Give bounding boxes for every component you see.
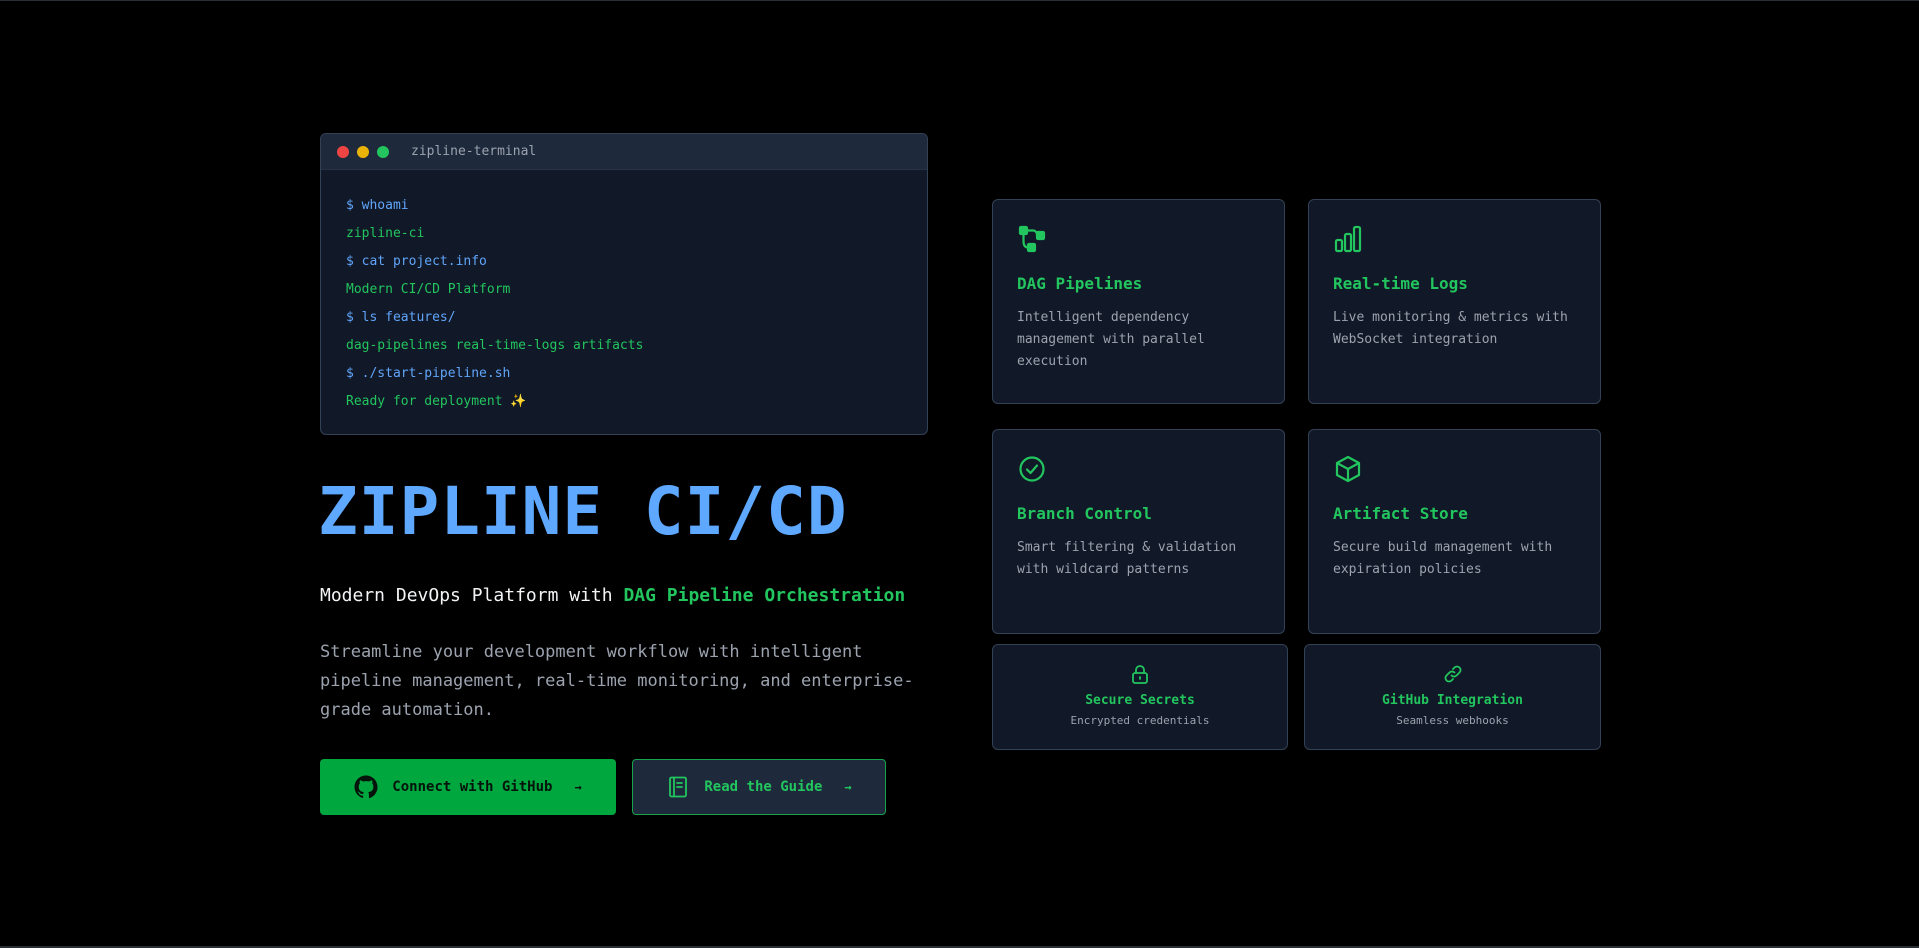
terminal-line: zipline-ci xyxy=(346,226,425,241)
landing-page: zipline-terminal $ whoami zipline-ci $ c… xyxy=(0,0,1919,948)
guide-button-label: Read the Guide xyxy=(704,779,823,795)
mini-feature-description: Seamless webhooks xyxy=(1396,714,1509,727)
terminal-body: $ whoami zipline-ci $ cat project.info M… xyxy=(321,170,927,416)
subtitle-prefix: Modern DevOps Platform with xyxy=(320,585,624,606)
feature-card-artifact-store: Artifact Store Secure build management w… xyxy=(1308,429,1601,634)
subtitle-accent: DAG Pipeline Orchestration xyxy=(623,585,906,606)
connect-github-button[interactable]: Connect with GitHub → xyxy=(320,759,616,815)
terminal-line: $ cat project.info xyxy=(346,254,487,269)
mini-feature-title: GitHub Integration xyxy=(1382,693,1523,708)
feature-description: Live monitoring & metrics with WebSocket… xyxy=(1333,310,1568,347)
github-icon xyxy=(354,775,378,799)
mini-feature-github-integration: GitHub Integration Seamless webhooks xyxy=(1304,644,1601,750)
close-dot-icon xyxy=(337,145,349,158)
page-title: ZIPLINE CI/CD xyxy=(318,473,848,550)
feature-card-branch-control: Branch Control Smart filtering & validat… xyxy=(992,429,1285,634)
terminal-line: Ready for deployment ✨ xyxy=(346,394,527,409)
read-guide-button[interactable]: Read the Guide → xyxy=(632,759,886,815)
feature-description: Intelligent dependency management with p… xyxy=(1017,310,1205,369)
terminal-window: zipline-terminal $ whoami zipline-ci $ c… xyxy=(320,133,928,435)
check-circle-icon xyxy=(1017,454,1047,484)
hero-subtitle: Modern DevOps Platform with DAG Pipeline… xyxy=(320,585,905,606)
book-icon xyxy=(666,775,690,799)
maximize-dot-icon xyxy=(377,145,389,158)
bar-chart-icon xyxy=(1333,224,1363,254)
feature-card-dag-pipelines: DAG Pipelines Intelligent dependency man… xyxy=(992,199,1285,404)
terminal-line: $ ./start-pipeline.sh xyxy=(346,366,511,381)
feature-card-real-time-logs: Real-time Logs Live monitoring & metrics… xyxy=(1308,199,1601,404)
feature-description: Secure build management with expiration … xyxy=(1333,540,1553,577)
terminal-line: $ whoami xyxy=(346,198,409,213)
git-branch-icon xyxy=(1017,224,1047,254)
github-button-label: Connect with GitHub xyxy=(392,779,553,795)
mini-feature-title: Secure Secrets xyxy=(1085,693,1195,708)
terminal-line: Modern CI/CD Platform xyxy=(346,282,511,297)
feature-title: DAG Pipelines xyxy=(1017,274,1143,293)
hero-description: Streamline your development workflow wit… xyxy=(320,642,914,720)
lock-icon xyxy=(1129,663,1151,685)
feature-title: Artifact Store xyxy=(1333,504,1468,523)
terminal-line: $ ls features/ xyxy=(346,310,456,325)
terminal-title: zipline-terminal xyxy=(411,144,537,159)
terminal-title-bar: zipline-terminal xyxy=(321,134,927,170)
arrow-right-icon: → xyxy=(844,780,852,794)
terminal-line: dag-pipelines real-time-logs artifacts xyxy=(346,338,644,353)
mini-feature-secure-secrets: Secure Secrets Encrypted credentials xyxy=(992,644,1288,750)
minimize-dot-icon xyxy=(357,145,369,158)
feature-description: Smart filtering & validation with wildca… xyxy=(1017,540,1237,577)
mini-feature-description: Encrypted credentials xyxy=(1070,714,1210,727)
feature-title: Branch Control xyxy=(1017,504,1152,523)
package-icon xyxy=(1333,454,1363,484)
link-icon xyxy=(1442,663,1464,685)
feature-title: Real-time Logs xyxy=(1333,274,1468,293)
arrow-right-icon: → xyxy=(574,780,582,794)
